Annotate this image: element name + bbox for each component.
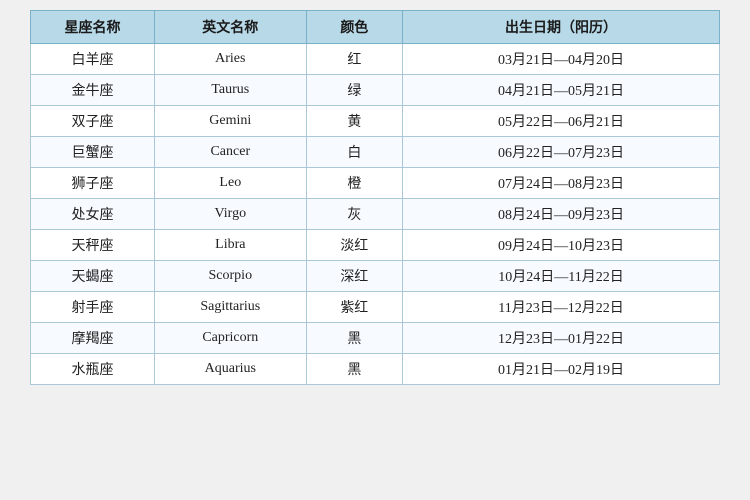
table-row: 天秤座Libra淡红09月24日—10月23日 — [31, 230, 720, 261]
cell-en: Taurus — [155, 75, 307, 106]
cell-en: Libra — [155, 230, 307, 261]
cell-color: 黑 — [306, 354, 402, 385]
cell-date: 08月24日—09月23日 — [403, 199, 720, 230]
header-cn: 星座名称 — [31, 11, 155, 44]
cell-en: Leo — [155, 168, 307, 199]
cell-cn: 白羊座 — [31, 44, 155, 75]
table-row: 狮子座Leo橙07月24日—08月23日 — [31, 168, 720, 199]
cell-date: 11月23日—12月22日 — [403, 292, 720, 323]
cell-color: 白 — [306, 137, 402, 168]
cell-date: 01月21日—02月19日 — [403, 354, 720, 385]
cell-date: 03月21日—04月20日 — [403, 44, 720, 75]
zodiac-table: 星座名称 英文名称 颜色 出生日期（阳历） 白羊座Aries红03月21日—04… — [30, 10, 720, 385]
cell-cn: 天蝎座 — [31, 261, 155, 292]
cell-en: Aquarius — [155, 354, 307, 385]
cell-color: 黑 — [306, 323, 402, 354]
table-row: 双子座Gemini黄05月22日—06月21日 — [31, 106, 720, 137]
table-row: 处女座Virgo灰08月24日—09月23日 — [31, 199, 720, 230]
cell-color: 红 — [306, 44, 402, 75]
cell-date: 04月21日—05月21日 — [403, 75, 720, 106]
cell-en: Gemini — [155, 106, 307, 137]
cell-cn: 双子座 — [31, 106, 155, 137]
cell-cn: 巨蟹座 — [31, 137, 155, 168]
cell-en: Virgo — [155, 199, 307, 230]
table-row: 射手座Sagittarius紫红11月23日—12月22日 — [31, 292, 720, 323]
cell-cn: 狮子座 — [31, 168, 155, 199]
header-en: 英文名称 — [155, 11, 307, 44]
cell-date: 07月24日—08月23日 — [403, 168, 720, 199]
cell-cn: 金牛座 — [31, 75, 155, 106]
cell-color: 紫红 — [306, 292, 402, 323]
cell-color: 淡红 — [306, 230, 402, 261]
table-row: 天蝎座Scorpio深红10月24日—11月22日 — [31, 261, 720, 292]
cell-cn: 摩羯座 — [31, 323, 155, 354]
cell-date: 05月22日—06月21日 — [403, 106, 720, 137]
cell-color: 深红 — [306, 261, 402, 292]
cell-color: 灰 — [306, 199, 402, 230]
cell-date: 06月22日—07月23日 — [403, 137, 720, 168]
table-row: 白羊座Aries红03月21日—04月20日 — [31, 44, 720, 75]
cell-cn: 天秤座 — [31, 230, 155, 261]
cell-en: Capricorn — [155, 323, 307, 354]
table-row: 巨蟹座Cancer白06月22日—07月23日 — [31, 137, 720, 168]
cell-en: Cancer — [155, 137, 307, 168]
cell-date: 10月24日—11月22日 — [403, 261, 720, 292]
cell-cn: 处女座 — [31, 199, 155, 230]
table-row: 金牛座Taurus绿04月21日—05月21日 — [31, 75, 720, 106]
cell-en: Scorpio — [155, 261, 307, 292]
cell-color: 橙 — [306, 168, 402, 199]
header-date: 出生日期（阳历） — [403, 11, 720, 44]
header-color: 颜色 — [306, 11, 402, 44]
cell-date: 12月23日—01月22日 — [403, 323, 720, 354]
table-row: 水瓶座Aquarius黑01月21日—02月19日 — [31, 354, 720, 385]
cell-en: Aries — [155, 44, 307, 75]
cell-date: 09月24日—10月23日 — [403, 230, 720, 261]
cell-cn: 射手座 — [31, 292, 155, 323]
cell-en: Sagittarius — [155, 292, 307, 323]
cell-color: 绿 — [306, 75, 402, 106]
zodiac-table-wrapper: 星座名称 英文名称 颜色 出生日期（阳历） 白羊座Aries红03月21日—04… — [30, 10, 720, 385]
cell-color: 黄 — [306, 106, 402, 137]
cell-cn: 水瓶座 — [31, 354, 155, 385]
table-header-row: 星座名称 英文名称 颜色 出生日期（阳历） — [31, 11, 720, 44]
table-row: 摩羯座Capricorn黑12月23日—01月22日 — [31, 323, 720, 354]
